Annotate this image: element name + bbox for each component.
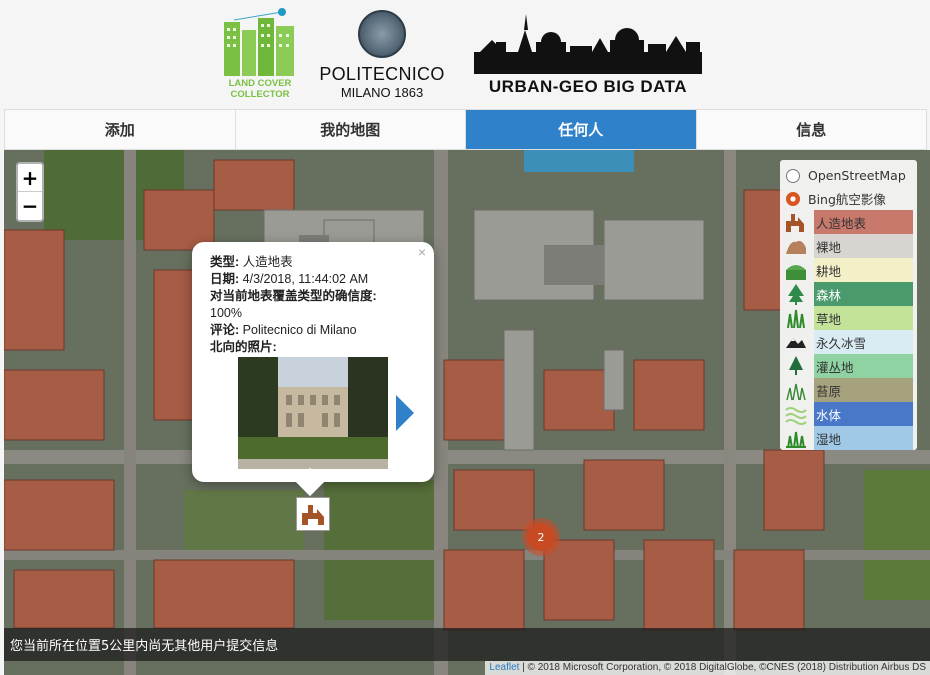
overlay-label: 森林	[814, 282, 913, 306]
tab-add[interactable]: 添加	[5, 110, 236, 149]
ugbd-title: URBAN-GEO BIG DATA	[488, 77, 688, 96]
marker-cluster[interactable]: 2	[522, 518, 560, 556]
popup-comment-label: 评论:	[210, 323, 240, 337]
base-layer-osm[interactable]: OpenStreetMap	[784, 164, 913, 187]
polimi-name: POLITECNICO	[319, 64, 445, 84]
popup-confidence-value: 100%	[210, 306, 242, 320]
base-layer-bing[interactable]: Bing航空影像	[784, 187, 913, 210]
attribution-text: | © 2018 Microsoft Corporation, © 2018 D…	[519, 662, 926, 673]
forest-icon	[784, 282, 808, 306]
tab-anyone[interactable]: 任何人	[466, 110, 697, 149]
radio-bing[interactable]	[786, 191, 800, 206]
overlay-row[interactable]: 人造地表	[784, 210, 913, 234]
overlay-row[interactable]: 永久冰雪	[784, 330, 913, 354]
overlay-row[interactable]: 森林	[784, 282, 913, 306]
overlay-row[interactable]: 灌丛地	[784, 354, 913, 378]
popup-photo-label: 北向的照片:	[210, 340, 277, 354]
popup-close-button[interactable]: ×	[418, 244, 426, 261]
popup-type-value: 人造地表	[242, 255, 293, 269]
overlay-row[interactable]: 裸地	[784, 234, 913, 258]
radio-osm[interactable]	[786, 168, 800, 183]
overlay-label: 苔原	[814, 378, 913, 402]
overlay-label: 湿地	[814, 426, 913, 450]
politecnico-logo: POLITECNICO MILANO 1863	[312, 10, 452, 100]
layer-control: OpenStreetMap Bing航空影像 人造地表 裸地 耕地 森林 草地 永久冰雪灌…	[780, 160, 917, 450]
wetland-icon	[784, 426, 808, 450]
building-icon	[302, 505, 324, 525]
header: LAND COVER COLLECTOR POLITECNICO MILANO …	[0, 0, 930, 108]
overlay-label: 人造地表	[814, 210, 913, 234]
snow-icon	[784, 330, 808, 354]
shrub-icon	[784, 354, 808, 378]
overlay-label: 裸地	[814, 234, 913, 258]
zoom-in-button[interactable]: +	[18, 164, 42, 192]
map-view[interactable]: + − OpenStreetMap Bing航空影像 人造地表 裸地 耕地 森林 草地永…	[4, 150, 930, 675]
grassland-icon	[784, 306, 808, 330]
overlay-row[interactable]: 耕地	[784, 258, 913, 282]
popup-confidence-label: 对当前地表覆盖类型的确信度:	[210, 289, 377, 303]
urban-geo-big-data-logo: URBAN-GEO BIG DATA	[470, 12, 706, 98]
zoom-out-button[interactable]: −	[18, 192, 42, 220]
overlay-row[interactable]: 苔原	[784, 378, 913, 402]
overlay-label: 耕地	[814, 258, 913, 282]
main-tabs: 添加 我的地图 任何人 信息	[4, 109, 927, 150]
polimi-seal-icon	[358, 10, 406, 58]
north-photo	[238, 357, 388, 469]
overlay-row[interactable]: 湿地	[784, 426, 913, 450]
popup-date-label: 日期:	[210, 272, 240, 286]
overlay-row[interactable]: 草地	[784, 306, 913, 330]
next-photo-arrow-icon[interactable]	[394, 395, 414, 431]
polimi-city: MILANO 1863	[340, 85, 424, 100]
base-layer-label: Bing航空影像	[808, 192, 886, 207]
bare-ground-icon	[784, 234, 808, 258]
overlay-row[interactable]: 水体	[784, 402, 913, 426]
lcc-logo-text: LAND COVER COLLECTOR	[228, 78, 292, 100]
tundra-icon	[784, 378, 808, 402]
overlay-label: 草地	[814, 306, 913, 330]
leaflet-link[interactable]: Leaflet	[489, 662, 519, 673]
popup-date-value: 4/3/2018, 11:44:02 AM	[242, 272, 369, 286]
zoom-control: + −	[16, 162, 44, 222]
skyline-icon	[474, 14, 702, 74]
base-layer-label: OpenStreetMap	[808, 168, 906, 183]
status-bar: 您当前所在位置5公里内尚无其他用户提交信息	[4, 628, 930, 661]
water-icon	[784, 402, 808, 426]
building-icon	[784, 210, 808, 234]
land-cover-collector-logo: LAND COVER COLLECTOR	[220, 8, 300, 100]
cluster-count: 2	[527, 523, 555, 551]
overlay-label: 永久冰雪	[814, 330, 913, 354]
popup-comment-value: Politecnico di Milano	[242, 323, 357, 337]
observation-popup: × 类型: 人造地表 日期: 4/3/2018, 11:44:02 AM 对当前…	[192, 242, 434, 497]
popup-type-label: 类型:	[210, 255, 240, 269]
tab-my-map[interactable]: 我的地图	[236, 110, 466, 149]
overlay-label: 灌丛地	[814, 354, 913, 378]
cropland-icon	[784, 258, 808, 282]
overlay-label: 水体	[814, 402, 913, 426]
tab-info[interactable]: 信息	[697, 110, 927, 149]
map-attribution: Leaflet | © 2018 Microsoft Corporation, …	[485, 661, 930, 675]
artificial-surface-marker[interactable]	[296, 497, 330, 531]
